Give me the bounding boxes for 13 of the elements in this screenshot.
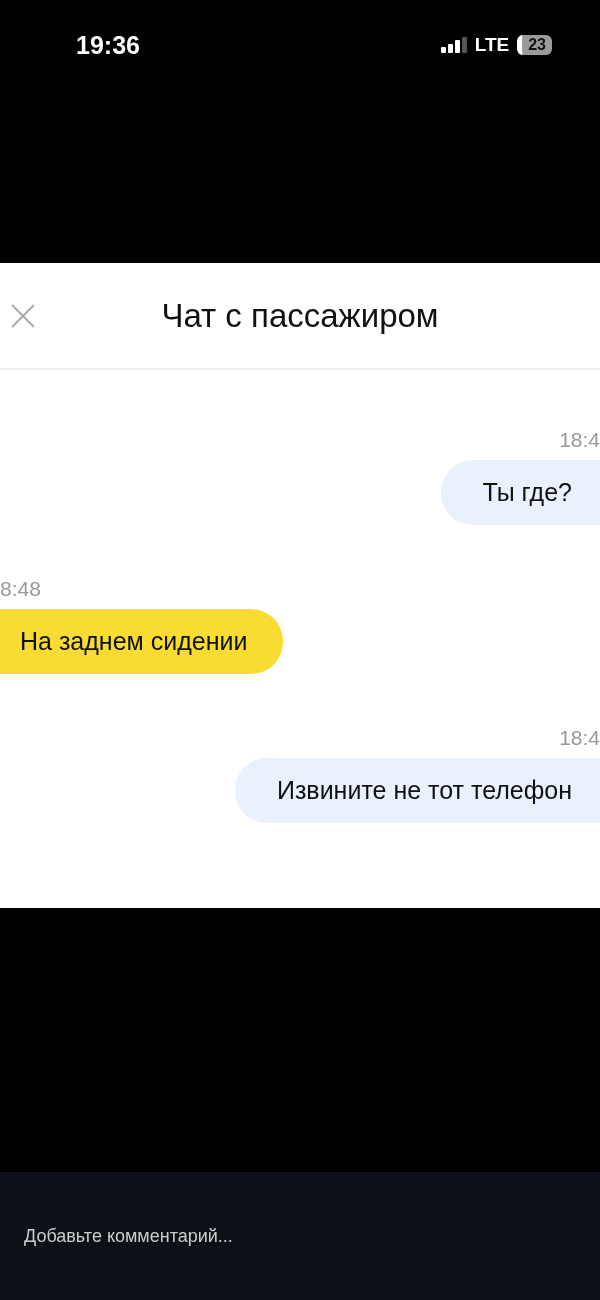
chat-title: Чат с пассажиром bbox=[161, 296, 439, 335]
message-time: 18:4 bbox=[559, 726, 600, 750]
message-time: 18:4 bbox=[559, 428, 600, 452]
battery-indicator: 23 bbox=[517, 35, 552, 55]
sent-message: Ты где? bbox=[440, 460, 600, 525]
clock-time: 19:36 bbox=[76, 30, 140, 60]
sent-message: Извините не тот телефон bbox=[234, 758, 600, 823]
received-message: На заднем сидении bbox=[0, 609, 284, 674]
network-label: LTE bbox=[474, 34, 510, 56]
message-time: 8:48 bbox=[0, 577, 41, 601]
close-icon[interactable] bbox=[10, 303, 36, 329]
comment-field[interactable]: Добавьте комментарий... bbox=[22, 1224, 426, 1248]
signal-icon bbox=[440, 37, 467, 53]
